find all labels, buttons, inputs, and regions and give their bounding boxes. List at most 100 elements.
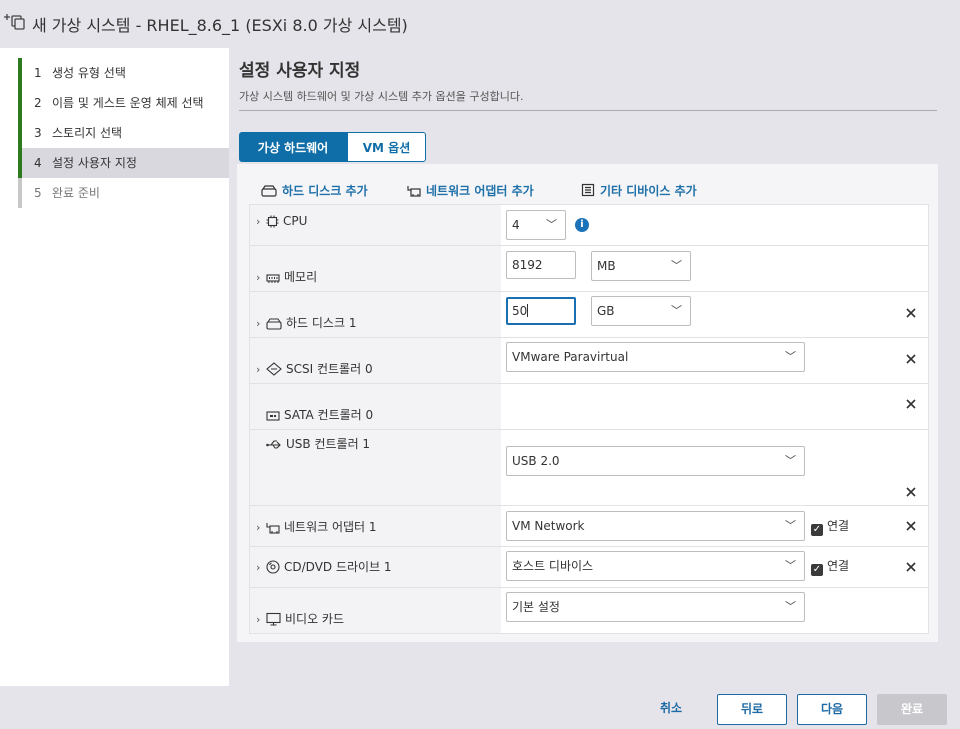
cddvd-select[interactable]: 호스트 디바이스 ﹀: [506, 551, 805, 581]
cpu-row-label[interactable]: › CPU: [256, 214, 307, 231]
video-value: 기본 설정: [512, 600, 560, 614]
usb-type-select[interactable]: USB 2.0 ﹀: [506, 446, 805, 476]
chevron-right-icon: ›: [256, 271, 261, 284]
chevron-down-icon: ﹀: [785, 350, 796, 363]
step-1-number: 1: [34, 66, 42, 80]
scsi-type-value: VMware Paravirtual: [512, 350, 629, 364]
tab-virtual-hardware[interactable]: 가상 하드웨어: [239, 132, 347, 162]
cpu-count-select[interactable]: 4 ﹀: [506, 210, 566, 240]
hard-disk-row-label[interactable]: › 하드 디스크 1: [256, 314, 356, 333]
hw-row-scsi: › SCSI 컨트롤러 0 VMware Paravirtual ﹀: [250, 338, 928, 384]
network-connect-checkbox[interactable]: ✓ 연결: [811, 517, 849, 536]
step-5-label: 완료 준비: [52, 186, 100, 200]
step-4-status-bar: [18, 148, 22, 178]
text-caret: [527, 304, 529, 317]
step-2-number: 2: [34, 96, 42, 110]
step-2-label: 이름 및 게스트 운영 체제 선택: [52, 96, 204, 110]
step-1[interactable]: 1 생성 유형 선택: [18, 58, 229, 88]
video-select[interactable]: 기본 설정 ﹀: [506, 592, 805, 622]
usb-type-value: USB 2.0: [512, 454, 560, 468]
main-content: 설정 사용자 지정 가상 시스템 하드웨어 및 가상 시스템 추가 옵션을 구성…: [229, 48, 960, 686]
cddvd-connect-checkbox[interactable]: ✓ 연결: [811, 557, 849, 576]
window-title: 새 가상 시스템 - RHEL_8.6_1 (ESXi 8.0 가상 시스템): [32, 16, 408, 35]
chevron-down-icon: ﹀: [671, 259, 682, 272]
step-4-number: 4: [34, 156, 42, 170]
hw-row-hard-disk: › 하드 디스크 1 50 GB ﹀: [250, 292, 928, 338]
step-4[interactable]: 4 설정 사용자 지정: [18, 148, 229, 178]
hardware-panel: 하드 디스크 추가 네트워크 어댑터 추가 기타 디바이스 추가 › CPU 4 ﹀…: [237, 164, 938, 642]
remove-usb-close-icon[interactable]: [904, 485, 918, 499]
chevron-down-icon: ﹀: [785, 519, 796, 532]
cpu-icon: [266, 215, 279, 231]
step-5-number: 5: [34, 186, 42, 200]
wizard-steps-panel: 1 생성 유형 선택 2 이름 및 게스트 운영 체제 선택 3 스토리지 선택…: [0, 48, 229, 686]
chevron-right-icon: ›: [256, 521, 261, 534]
divider: [239, 110, 937, 111]
network-adapter-icon: [407, 186, 421, 197]
cddvd-value: 호스트 디바이스: [512, 559, 594, 573]
memory-unit-select[interactable]: MB ﹀: [591, 251, 691, 281]
video-row-label[interactable]: › 비디오 카드: [256, 610, 344, 629]
monitor-icon: [266, 612, 281, 629]
info-icon[interactable]: i: [575, 218, 589, 232]
network-row-label[interactable]: › 네트워크 어댑터 1: [256, 518, 377, 537]
hard-disk-size-input[interactable]: 50: [506, 297, 576, 325]
remove-hard-disk-close-icon[interactable]: [904, 306, 918, 320]
hard-disk-label: 하드 디스크 1: [286, 316, 357, 330]
add-network-adapter-button[interactable]: 네트워크 어댑터 추가: [407, 182, 534, 199]
cancel-button[interactable]: 취소: [636, 694, 706, 725]
hw-row-sata: SATA 컨트롤러 0: [250, 384, 928, 430]
cddvd-label: CD/DVD 드라이브 1: [284, 560, 392, 574]
step-5[interactable]: 5 완료 준비: [18, 178, 229, 208]
scsi-type-select[interactable]: VMware Paravirtual ﹀: [506, 342, 805, 372]
chevron-down-icon: ﹀: [785, 454, 796, 467]
add-other-device-label: 기타 디바이스 추가: [600, 184, 697, 198]
network-label: 네트워크 어댑터 1: [284, 520, 377, 534]
chevron-right-icon: ›: [256, 215, 261, 228]
hard-disk-icon: [266, 318, 282, 333]
step-3-number: 3: [34, 126, 42, 140]
usb-label: USB 컨트롤러 1: [286, 437, 371, 451]
hard-disk-unit-value: GB: [597, 304, 615, 318]
step-2[interactable]: 2 이름 및 게스트 운영 체제 선택: [18, 88, 229, 118]
memory-label: 메모리: [284, 270, 318, 284]
next-button[interactable]: 다음: [797, 694, 867, 725]
finish-button[interactable]: 완료: [877, 694, 947, 725]
add-hard-disk-label: 하드 디스크 추가: [282, 184, 368, 198]
sata-row-label: SATA 컨트롤러 0: [256, 406, 373, 425]
step-3[interactable]: 3 스토리지 선택: [18, 118, 229, 148]
memory-size-input[interactable]: 8192: [506, 251, 576, 279]
step-5-status-bar: [18, 178, 22, 208]
scsi-controller-icon: [266, 362, 282, 379]
hw-row-cddvd: › CD/DVD 드라이브 1 호스트 디바이스 ﹀ ✓ 연결: [250, 547, 928, 588]
memory-row-label[interactable]: › 메모리: [256, 268, 317, 287]
hard-disk-unit-select[interactable]: GB ﹀: [591, 296, 691, 326]
network-connect-label: 연결: [827, 519, 850, 533]
network-value: VM Network: [512, 519, 585, 533]
add-other-device-button[interactable]: 기타 디바이스 추가: [581, 182, 697, 199]
step-3-status-bar: [18, 118, 22, 148]
remove-cddvd-close-icon[interactable]: [904, 560, 918, 574]
cpu-label: CPU: [283, 214, 308, 228]
remove-scsi-close-icon[interactable]: [904, 352, 918, 366]
tab-vm-options[interactable]: VM 옵션: [347, 132, 426, 162]
hw-row-cpu: › CPU 4 ﹀ i: [250, 205, 928, 246]
cpu-count-value: 4: [512, 218, 520, 232]
back-button[interactable]: 뒤로: [717, 694, 787, 725]
chevron-right-icon: ›: [256, 363, 261, 376]
network-select[interactable]: VM Network ﹀: [506, 511, 805, 541]
video-label: 비디오 카드: [285, 612, 345, 626]
hard-disk-size-value: 50: [512, 304, 528, 318]
hw-row-network: › 네트워크 어댑터 1 VM Network ﹀ ✓ 연결: [250, 506, 928, 547]
checkmark-icon: ✓: [811, 524, 823, 536]
hw-row-usb: USB 컨트롤러 1 USB 2.0 ﹀: [250, 430, 928, 506]
cddvd-connect-label: 연결: [827, 559, 850, 573]
add-hard-disk-button[interactable]: 하드 디스크 추가: [261, 182, 368, 199]
cddvd-row-label[interactable]: › CD/DVD 드라이브 1: [256, 558, 392, 577]
new-vm-icon: [3, 12, 25, 32]
scsi-row-label[interactable]: › SCSI 컨트롤러 0: [256, 360, 373, 379]
remove-sata-close-icon[interactable]: [904, 397, 918, 411]
remove-network-close-icon[interactable]: [904, 519, 918, 533]
memory-unit-value: MB: [597, 259, 616, 273]
page-title: 설정 사용자 지정: [239, 61, 361, 81]
